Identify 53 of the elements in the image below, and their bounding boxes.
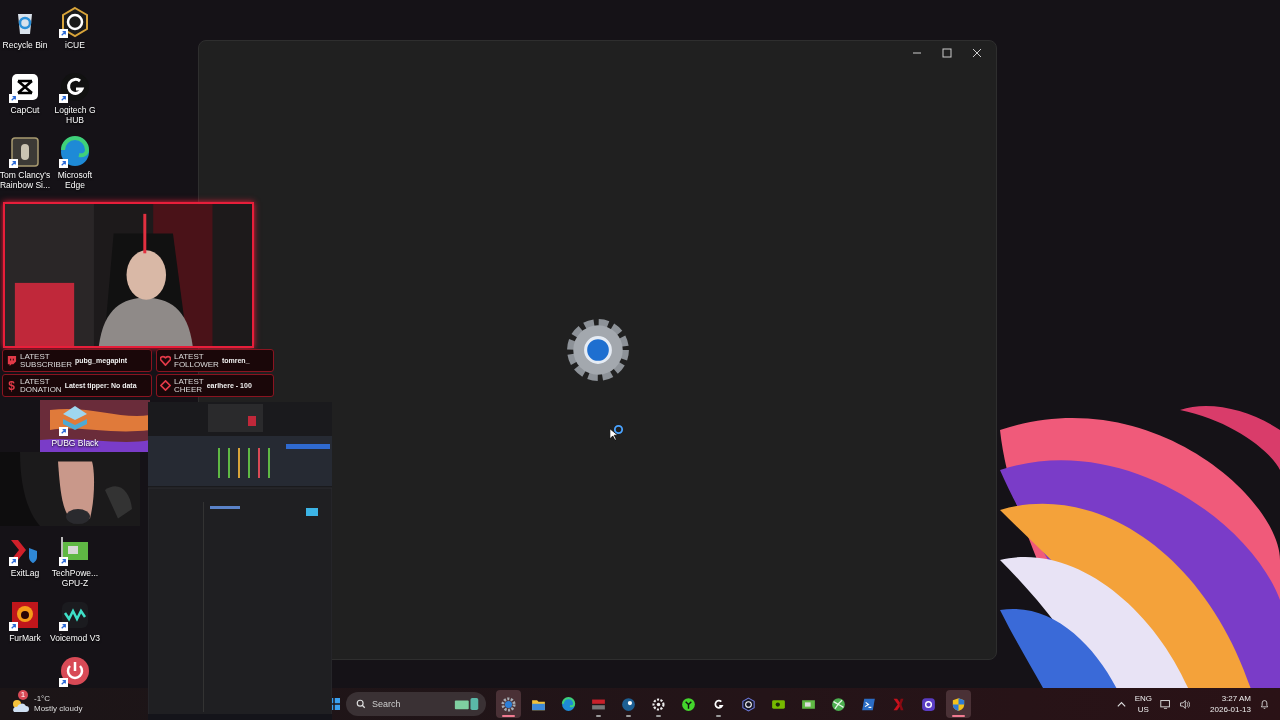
square-logo-icon: [920, 695, 937, 713]
hexagon-logo-icon: [740, 695, 757, 713]
browser-logo-icon: [560, 695, 577, 713]
stat-label: LATEST FOLLOWER: [174, 352, 219, 369]
heart-icon: [160, 355, 171, 366]
browser-logo-icon[interactable]: [59, 136, 91, 168]
taskbar-app-button[interactable]: [946, 690, 971, 718]
stat-label: LATEST DONATION: [20, 377, 62, 394]
letter-g-logo-icon[interactable]: [59, 71, 91, 103]
desktop-icon-label[interactable]: ExitLag: [0, 568, 51, 578]
desktop-icon-label[interactable]: Logitech G HUB: [49, 105, 101, 125]
cursor-icon: [609, 428, 618, 441]
twitch-logo-icon: [6, 355, 17, 366]
dollar-sign: $: [7, 378, 16, 393]
close-icon: [972, 48, 982, 58]
volume-icon[interactable]: [1179, 698, 1191, 710]
desktop-icon-label[interactable]: Microsoft Edge: [49, 170, 101, 190]
desktop-icon-label[interactable]: TechPowe... GPU-Z: [49, 568, 101, 588]
gear-icon: [564, 317, 631, 383]
hexagon-logo-icon[interactable]: [59, 6, 91, 38]
stat-label: LATEST CHEER: [174, 377, 204, 394]
cloudy-weather-icon: [10, 697, 30, 713]
weather-condition: Mostly cloudy: [34, 704, 83, 714]
taskbar-app-button[interactable]: [496, 690, 521, 718]
notification-badge: 1: [18, 690, 28, 700]
notification-icon[interactable]: [1259, 698, 1270, 710]
desktop-icon-label[interactable]: Tom Clancy's Rainbow Si...: [0, 170, 51, 190]
desktop-icon-label[interactable]: Recycle Bin: [0, 40, 51, 50]
search-button[interactable]: Search: [346, 692, 486, 716]
waveform-logo-icon[interactable]: [59, 599, 91, 631]
stat-label: LATEST SUBSCRIBER: [20, 352, 72, 369]
power-icon[interactable]: [59, 655, 91, 687]
flame-logo-icon[interactable]: [9, 599, 41, 631]
maximize-icon: [942, 48, 952, 58]
cog-logo-icon: [650, 695, 667, 713]
desktop-icon-label[interactable]: Voicemod V3: [49, 633, 101, 643]
search-icon: [356, 699, 366, 709]
diamond-icon: [160, 380, 171, 391]
desktop-icon-label[interactable]: FurMark: [0, 633, 51, 643]
globe-logo-icon: [830, 695, 847, 713]
desktop-icon-label[interactable]: CapCut: [0, 105, 51, 115]
folders-illustration-icon: [454, 697, 480, 711]
clock[interactable]: 3:27 AM 2026-01-13: [1210, 693, 1251, 715]
game-logo-icon[interactable]: [9, 136, 41, 168]
shield-icon: [950, 695, 967, 713]
desktop-icon-label[interactable]: iCUE: [49, 40, 101, 50]
gear-icon: [500, 695, 517, 713]
network-icon[interactable]: [1160, 698, 1172, 710]
circle-logo-icon: [680, 695, 697, 713]
language-indicator[interactable]: ENG US: [1134, 693, 1153, 715]
steam-logo-icon: [620, 695, 637, 713]
scissors-logo-icon[interactable]: [9, 71, 41, 103]
temperature: -1°C: [34, 694, 52, 704]
